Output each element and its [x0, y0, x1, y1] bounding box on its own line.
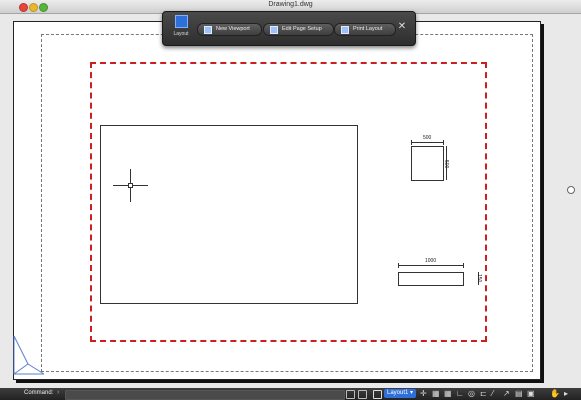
ortho-icon[interactable]: ∟ — [456, 388, 464, 400]
new-viewport-button[interactable]: New Viewport — [197, 23, 262, 36]
layout-toolbar: Layout New Viewport Edit Page Setup Prin… — [162, 11, 416, 46]
model-space-icon[interactable] — [373, 390, 382, 399]
pan-hand-icon[interactable]: ✋ — [550, 388, 560, 400]
snap-icon[interactable]: ✛ — [420, 388, 427, 400]
crosshair-cursor — [128, 183, 133, 188]
command-history-icon[interactable] — [346, 390, 355, 399]
status-bar: Command: › Layout1 ▾ ✛ ▦ ▦ ∟ ◎ ⊏ ⁄ ↗ ▤ ▣… — [0, 388, 581, 400]
command-label: Command: — [24, 390, 54, 396]
command-chevron-icon: › — [57, 389, 60, 396]
rect-height-label: 150 — [476, 274, 482, 283]
command-options-icon[interactable] — [358, 390, 367, 399]
square-shape[interactable] — [411, 146, 444, 181]
layout-label: Layout — [173, 31, 189, 37]
dimension-tick — [443, 140, 444, 145]
line-weight-icon[interactable]: ⁄ — [492, 388, 493, 400]
square-height-label: 500 — [443, 160, 449, 169]
new-viewport-icon — [204, 25, 212, 34]
polar-icon[interactable]: ◎ — [468, 388, 475, 400]
square-width-label: 500 — [423, 135, 432, 141]
layout-tab-select[interactable]: Layout1 ▾ — [384, 389, 417, 398]
layout-button[interactable]: Layout — [170, 15, 192, 37]
properties-icon[interactable]: ▣ — [527, 388, 535, 400]
window-title: Drawing1.dwg — [268, 1, 313, 8]
drawing-canvas[interactable]: 500 500 1000 150 — [0, 14, 581, 388]
command-input[interactable] — [65, 390, 345, 400]
dimension-tick — [411, 140, 412, 145]
rect-width-label: 1000 — [425, 258, 437, 264]
dimension-line-top — [411, 142, 444, 143]
layers-icon[interactable]: ▤ — [515, 388, 523, 400]
rectangle-shape[interactable] — [398, 272, 464, 286]
settings-icon[interactable]: ▸ — [564, 388, 568, 400]
new-viewport-label: New Viewport — [216, 26, 250, 32]
print-icon — [341, 25, 349, 34]
grid-icon[interactable]: ▦ — [432, 388, 440, 400]
viewport-frame[interactable] — [100, 125, 358, 304]
close-icon[interactable]: ✕ — [396, 21, 408, 33]
edit-page-setup-button[interactable]: Edit Page Setup — [263, 23, 334, 36]
object-snap-icon[interactable]: ⊏ — [480, 388, 487, 400]
dimension-tick — [463, 263, 464, 268]
page-setup-icon — [270, 25, 278, 34]
layout-icon — [174, 15, 188, 28]
dimension-tick — [398, 263, 399, 268]
edit-page-setup-label: Edit Page Setup — [282, 26, 322, 32]
paper-sheet: 500 500 1000 150 — [13, 21, 541, 380]
grid-display-icon[interactable]: ▦ — [444, 388, 452, 400]
scroll-handle[interactable] — [567, 186, 575, 194]
transparency-icon[interactable]: ↗ — [503, 388, 510, 400]
ucs-icon — [13, 335, 45, 375]
dimension-line-wide — [398, 265, 464, 266]
print-layout-button[interactable]: Print Layout — [334, 23, 396, 36]
print-layout-label: Print Layout — [353, 26, 383, 32]
